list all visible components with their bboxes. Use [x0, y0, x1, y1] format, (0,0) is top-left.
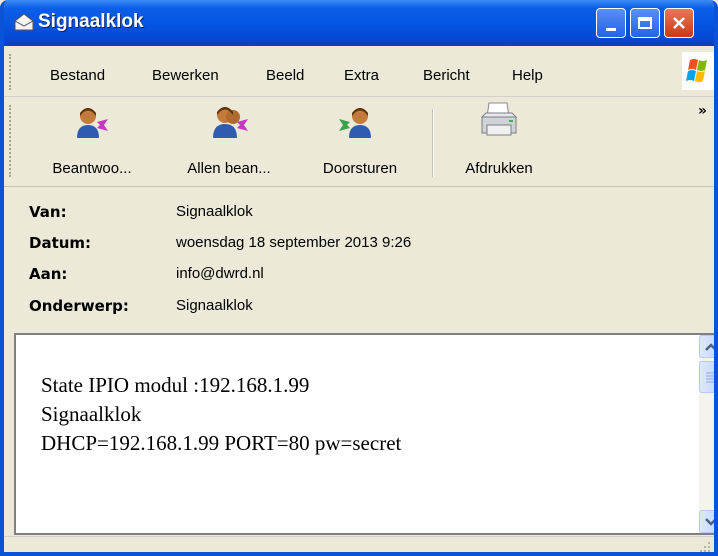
envelope-icon	[14, 13, 34, 31]
print-button[interactable]: Afdrukken	[444, 97, 554, 186]
message-text: State IPIO modul :192.168.1.99 Signaalkl…	[41, 371, 401, 458]
menu-bewerken[interactable]: Bewerken	[152, 67, 219, 84]
printer-icon	[480, 102, 518, 136]
menubar-grip[interactable]	[9, 54, 15, 90]
close-icon	[673, 17, 685, 29]
subject-value: Signaalklok	[176, 297, 253, 314]
close-button[interactable]	[664, 8, 694, 38]
status-bar	[4, 536, 714, 554]
toolbar-grip[interactable]	[9, 105, 15, 177]
menu-bar: Bestand Bewerken Beeld Extra Bericht Hel…	[4, 46, 714, 97]
minimize-button[interactable]	[596, 8, 626, 38]
date-value: woensdag 18 september 2013 9:26	[176, 234, 412, 251]
toolbar-overflow-chevron-icon[interactable]: »	[698, 103, 707, 119]
toolbar: Beantwoo... Allen bean... Doorsturen Afd…	[4, 97, 714, 187]
from-label: Van:	[29, 203, 67, 221]
vertical-scrollbar[interactable]	[699, 335, 714, 533]
menu-help[interactable]: Help	[512, 67, 543, 84]
minimize-icon	[606, 27, 616, 31]
print-label: Afdrukken	[465, 160, 533, 177]
title-bar[interactable]: Signaalklok	[4, 0, 714, 46]
scroll-down-button[interactable]	[699, 510, 714, 533]
to-label: Aan:	[29, 265, 68, 283]
message-line: DHCP=192.168.1.99 PORT=80 pw=secret	[41, 431, 402, 455]
menu-bericht[interactable]: Bericht	[423, 67, 470, 84]
to-value: info@dwrd.nl	[176, 265, 264, 282]
message-line: Signaalklok	[41, 402, 142, 426]
scroll-up-button[interactable]	[699, 335, 714, 358]
mail-window: Signaalklok Bestand Bewerken Beeld Extra…	[0, 0, 718, 556]
reply-all-icon	[213, 107, 248, 138]
message-line: State IPIO modul :192.168.1.99	[41, 373, 310, 397]
forward-icon	[339, 108, 371, 138]
toolbar-separator	[432, 109, 434, 177]
reply-icon	[77, 108, 108, 138]
forward-button[interactable]: Doorsturen	[300, 97, 420, 186]
menu-extra[interactable]: Extra	[344, 67, 379, 84]
grip-lines-icon	[706, 372, 714, 383]
chevron-up-icon	[704, 342, 714, 351]
date-label: Datum:	[29, 234, 92, 252]
menu-bestand[interactable]: Bestand	[50, 67, 105, 84]
windows-logo	[682, 52, 714, 90]
reply-button[interactable]: Beantwoo...	[32, 97, 152, 186]
subject-label: Onderwerp:	[29, 297, 129, 315]
window-title: Signaalklok	[38, 11, 144, 32]
from-value: Signaalklok	[176, 203, 253, 220]
reply-all-label: Allen bean...	[187, 160, 271, 177]
forward-label: Doorsturen	[322, 160, 398, 177]
reply-label: Beantwoo...	[52, 160, 132, 177]
maximize-icon	[638, 17, 652, 29]
scroll-thumb[interactable]	[699, 361, 714, 393]
resize-grip-icon[interactable]	[698, 540, 712, 554]
message-headers: Van: Signaalklok Datum: woensdag 18 sept…	[4, 187, 714, 330]
menu-beeld[interactable]: Beeld	[266, 67, 304, 84]
chevron-down-icon	[704, 517, 714, 526]
reply-all-button[interactable]: Allen bean...	[164, 97, 294, 186]
maximize-button[interactable]	[630, 8, 660, 38]
message-body[interactable]: State IPIO modul :192.168.1.99 Signaalkl…	[14, 333, 714, 535]
